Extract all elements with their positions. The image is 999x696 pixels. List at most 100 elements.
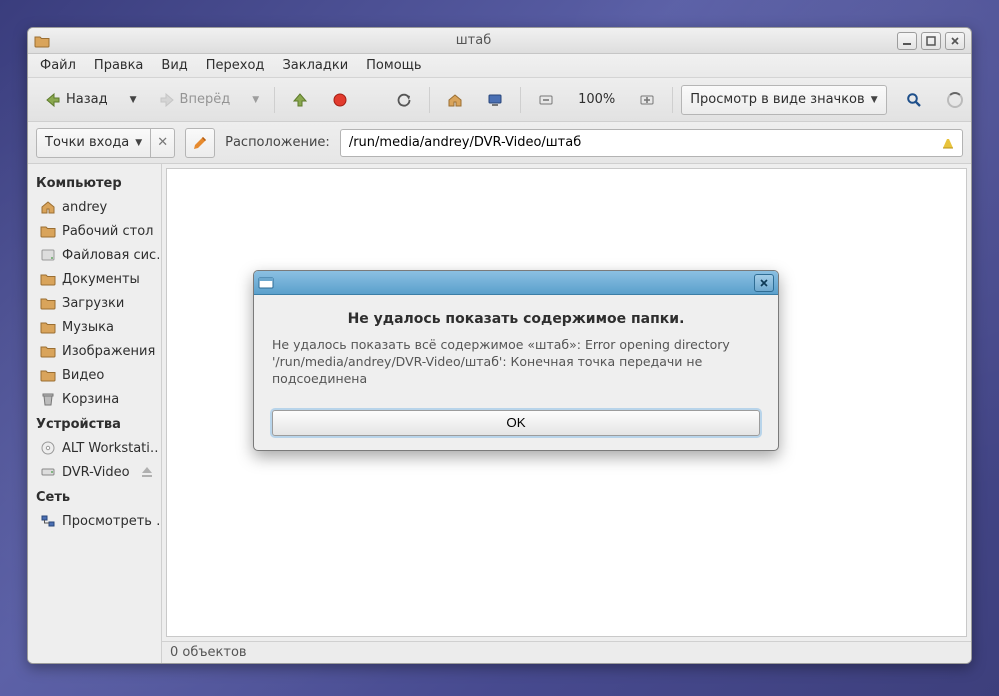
caret-down-icon: ▼: [135, 138, 142, 148]
zoom-label: 100%: [578, 92, 615, 107]
forward-arrow-icon: [159, 92, 175, 108]
sidebar-item[interactable]: ALT Workstati…: [36, 436, 159, 460]
reload-icon: [396, 92, 412, 108]
minimize-button[interactable]: [897, 32, 917, 50]
app-icon: [34, 33, 50, 49]
back-dropdown[interactable]: ▼: [123, 85, 144, 115]
close-button[interactable]: [945, 32, 965, 50]
sidebar-item[interactable]: Музыка: [36, 315, 159, 339]
error-dialog: Не удалось показать содержимое папки. Не…: [253, 270, 779, 451]
sidebar-item[interactable]: Рабочий стол: [36, 219, 159, 243]
dialog-titlebar[interactable]: [254, 271, 778, 295]
forward-button: Вперёд: [150, 85, 240, 115]
sidebar-item[interactable]: Изображения: [36, 339, 159, 363]
folder-icon: [40, 343, 56, 359]
sidebar-item-label: Музыка: [62, 320, 114, 335]
menu-bookmarks[interactable]: Закладки: [274, 55, 356, 76]
zoom-out-icon: [538, 92, 554, 108]
drive-icon: [40, 464, 56, 480]
eject-icon[interactable]: [139, 464, 155, 480]
location-input[interactable]: [347, 134, 934, 151]
dialog-close-button[interactable]: [754, 274, 774, 292]
sidebar-item-label: Загрузки: [62, 296, 124, 311]
edit-icon: [192, 135, 208, 151]
stop-button[interactable]: [323, 85, 357, 115]
edit-location-toggle[interactable]: [185, 128, 215, 158]
view-mode-label: Просмотр в виде значков: [690, 92, 864, 107]
reload-button[interactable]: [387, 85, 421, 115]
back-arrow-icon: [45, 92, 61, 108]
maximize-button[interactable]: [921, 32, 941, 50]
up-arrow-icon: [292, 92, 308, 108]
sidebar-item[interactable]: Просмотреть …: [36, 509, 159, 533]
sidebar-item-label: Изображения: [62, 344, 155, 359]
sidebar-item-label: Видео: [62, 368, 104, 383]
statusbar: 0 объектов: [162, 641, 971, 663]
caret-down-icon: ▼: [871, 95, 878, 105]
location-input-wrap[interactable]: [340, 129, 963, 157]
separator: [672, 87, 673, 113]
sidebar-item[interactable]: Корзина: [36, 387, 159, 411]
sidebar-item[interactable]: Загрузки: [36, 291, 159, 315]
forward-dropdown: ▼: [245, 85, 266, 115]
sidebar-item-label: DVR-Video: [62, 465, 130, 480]
folder-icon: [40, 271, 56, 287]
separator: [274, 87, 275, 113]
forward-label: Вперёд: [180, 92, 231, 107]
folder-icon: [40, 223, 56, 239]
zoom-in-icon: [639, 92, 655, 108]
back-label: Назад: [66, 92, 108, 107]
dialog-heading: Не удалось показать содержимое папки.: [272, 311, 760, 327]
sidebar-item-label: ALT Workstati…: [62, 441, 159, 456]
location-bar: Точки входа ▼ ✕ Расположение:: [28, 122, 971, 164]
home-button[interactable]: [438, 85, 472, 115]
computer-icon: [487, 92, 503, 108]
dialog-ok-button[interactable]: OK: [272, 410, 760, 436]
location-label: Расположение:: [225, 135, 330, 150]
home-icon: [447, 92, 463, 108]
window-title: штаб: [56, 33, 891, 48]
menu-file[interactable]: Файл: [32, 55, 84, 76]
separator: [429, 87, 430, 113]
toolbar: Назад ▼ Вперёд ▼: [28, 78, 971, 122]
network-icon: [40, 513, 56, 529]
dialog-body-text: Не удалось показать всё содержимое «штаб…: [272, 337, 760, 388]
up-button[interactable]: [283, 85, 317, 115]
dialog-app-icon: [258, 275, 274, 291]
folder-icon: [40, 319, 56, 335]
caret-down-icon: ▼: [130, 95, 137, 105]
zoom-in-button[interactable]: [630, 85, 664, 115]
stop-icon: [332, 92, 348, 108]
menu-go[interactable]: Переход: [198, 55, 273, 76]
sidebar-group-devices: Устройства: [36, 411, 159, 436]
zoom-out-button[interactable]: [529, 85, 563, 115]
titlebar[interactable]: штаб: [28, 28, 971, 54]
sidebar-item[interactable]: Файловая сис…: [36, 243, 159, 267]
separator: [520, 87, 521, 113]
sidebar-group-network: Сеть: [36, 484, 159, 509]
zoom-level[interactable]: 100%: [569, 85, 624, 115]
search-icon: [906, 92, 922, 108]
caret-down-icon: ▼: [252, 95, 259, 105]
sidebar-item-label: andrey: [62, 200, 107, 215]
menubar: Файл Правка Вид Переход Закладки Помощь: [28, 54, 971, 78]
disk-icon: [40, 247, 56, 263]
menu-view[interactable]: Вид: [153, 55, 195, 76]
entry-points-button[interactable]: Точки входа ▼: [36, 128, 151, 158]
menu-edit[interactable]: Правка: [86, 55, 151, 76]
computer-button[interactable]: [478, 85, 512, 115]
entry-points-label: Точки входа: [45, 135, 129, 150]
clear-location-icon[interactable]: [940, 135, 956, 151]
folder-icon: [40, 295, 56, 311]
sidebar-item[interactable]: DVR-Video: [36, 460, 159, 484]
view-mode-dropdown[interactable]: Просмотр в виде значков ▼: [681, 85, 886, 115]
sidebar-item[interactable]: Видео: [36, 363, 159, 387]
sidebar-item[interactable]: Документы: [36, 267, 159, 291]
status-text: 0 объектов: [170, 645, 247, 660]
sidebar-item[interactable]: andrey: [36, 195, 159, 219]
search-button[interactable]: [897, 85, 931, 115]
entry-points-close[interactable]: ✕: [151, 128, 175, 158]
back-button[interactable]: Назад: [36, 85, 117, 115]
sidebar-item-label: Корзина: [62, 392, 119, 407]
menu-help[interactable]: Помощь: [358, 55, 429, 76]
